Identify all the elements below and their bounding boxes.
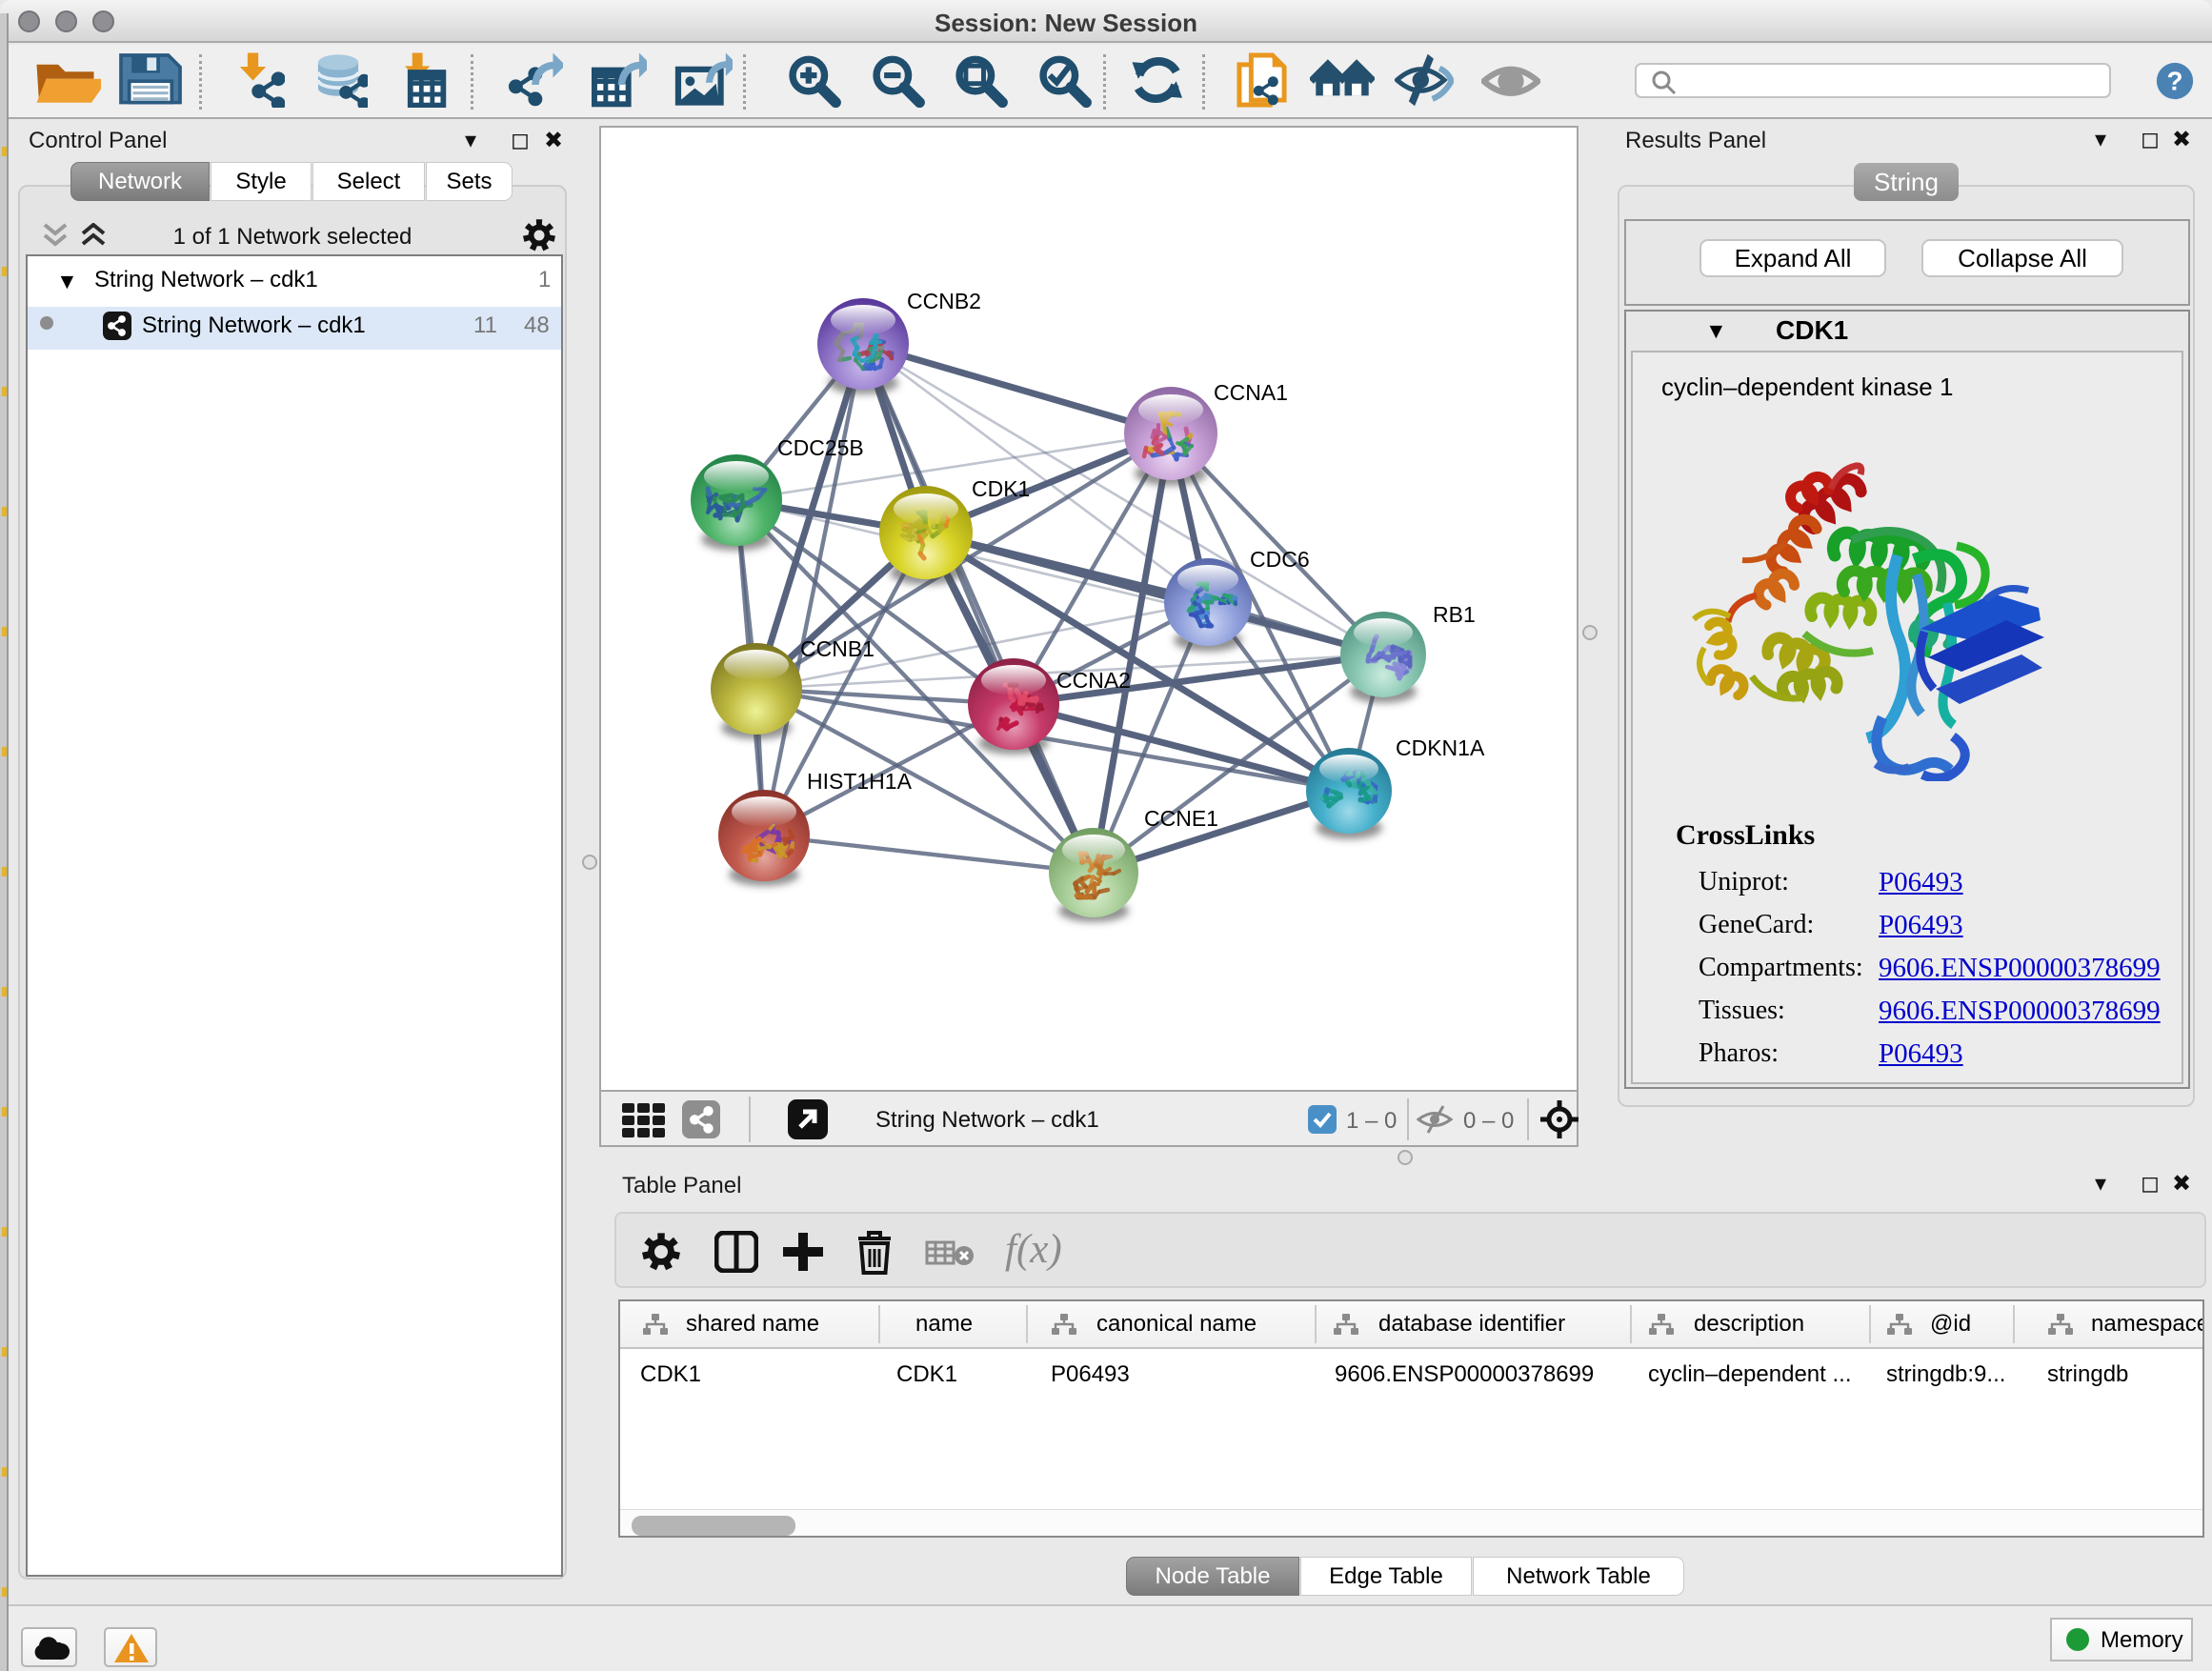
svg-text:HIST1H1A: HIST1H1A [807, 769, 913, 794]
svg-text:CDC25B: CDC25B [777, 435, 864, 460]
svg-text:CDKN1A: CDKN1A [1396, 735, 1485, 760]
svg-text:CCNE1: CCNE1 [1144, 806, 1218, 831]
svg-text:CDC6: CDC6 [1250, 547, 1310, 572]
svg-text:CCNB1: CCNB1 [800, 636, 875, 661]
svg-text:CCNB2: CCNB2 [907, 289, 981, 313]
svg-text:CCNA1: CCNA1 [1214, 380, 1288, 405]
svg-text:CCNA2: CCNA2 [1056, 668, 1131, 693]
svg-text:CDK1: CDK1 [972, 476, 1030, 501]
svg-text:RB1: RB1 [1433, 602, 1476, 627]
svg-text:?: ? [2167, 67, 2183, 96]
